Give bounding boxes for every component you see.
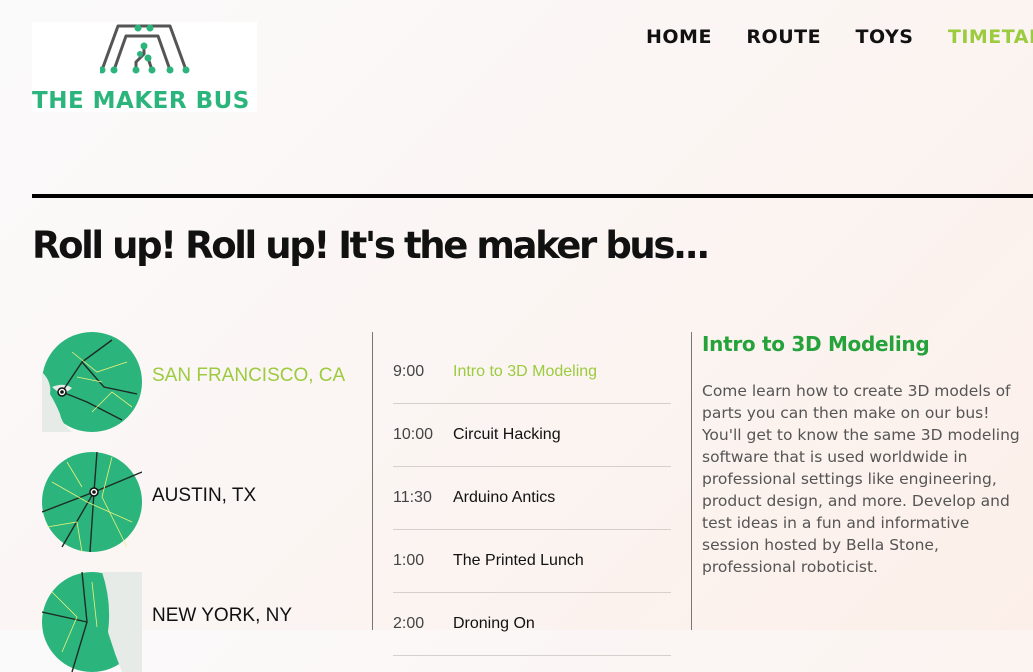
austin-map-icon bbox=[42, 452, 142, 552]
nav-route[interactable]: ROUTE bbox=[746, 26, 821, 48]
session-title: Intro to 3D Modeling bbox=[453, 363, 598, 380]
nav-home[interactable]: HOME bbox=[646, 26, 712, 48]
session-title: Circuit Hacking bbox=[453, 426, 561, 443]
city-name: SAN FRANCISCO, CA bbox=[152, 365, 346, 386]
timetable-row[interactable]: 2:00 Droning On bbox=[393, 593, 671, 656]
session-detail: Intro to 3D Modeling Come learn how to c… bbox=[702, 332, 1027, 578]
session-time: 11:30 bbox=[393, 489, 432, 506]
nav-toys[interactable]: TOYS bbox=[856, 26, 914, 48]
header-divider bbox=[32, 194, 1033, 198]
timetable-row[interactable]: 11:30 Arduino Antics bbox=[393, 467, 671, 530]
circuit-bus-icon bbox=[100, 24, 190, 74]
site-logo[interactable]: THE MAKER BUS bbox=[32, 22, 257, 114]
column-divider bbox=[691, 332, 692, 630]
city-item-san-francisco[interactable]: SAN FRANCISCO, CA bbox=[42, 332, 362, 432]
new-york-map-icon bbox=[42, 572, 142, 672]
session-title: Droning On bbox=[453, 615, 535, 632]
main-nav: HOME ROUTE TOYS TIMETABLE bbox=[646, 26, 1033, 48]
timetable-row[interactable]: 9:00 Intro to 3D Modeling bbox=[393, 341, 671, 404]
session-time: 9:00 bbox=[393, 363, 425, 380]
nav-timetable[interactable]: TIMETABLE bbox=[948, 26, 1033, 48]
session-detail-title: Intro to 3D Modeling bbox=[702, 332, 930, 356]
timetable-row[interactable]: 1:00 The Printed Lunch bbox=[393, 530, 671, 593]
session-title: The Printed Lunch bbox=[453, 552, 584, 569]
city-name: NEW YORK, NY bbox=[152, 605, 293, 626]
session-time: 2:00 bbox=[393, 615, 425, 632]
timetable-row[interactable]: 10:00 Circuit Hacking bbox=[393, 404, 671, 467]
session-title: Arduino Antics bbox=[453, 489, 556, 506]
session-time: 1:00 bbox=[393, 552, 425, 569]
san-francisco-map-icon bbox=[42, 332, 142, 432]
session-time: 10:00 bbox=[393, 426, 434, 443]
session-detail-body: Come learn how to create 3D models of pa… bbox=[702, 382, 1020, 576]
city-item-new-york[interactable]: NEW YORK, NY bbox=[42, 572, 362, 672]
page-headline: Roll up! Roll up! It's the maker bus... bbox=[32, 224, 710, 267]
timetable-list: 9:00 Intro to 3D Modeling 10:00 Circuit … bbox=[393, 341, 671, 656]
city-name: AUSTIN, TX bbox=[152, 485, 257, 506]
city-item-austin[interactable]: AUSTIN, TX bbox=[42, 452, 362, 552]
column-divider bbox=[372, 332, 373, 630]
brand-name: THE MAKER BUS bbox=[32, 88, 250, 114]
